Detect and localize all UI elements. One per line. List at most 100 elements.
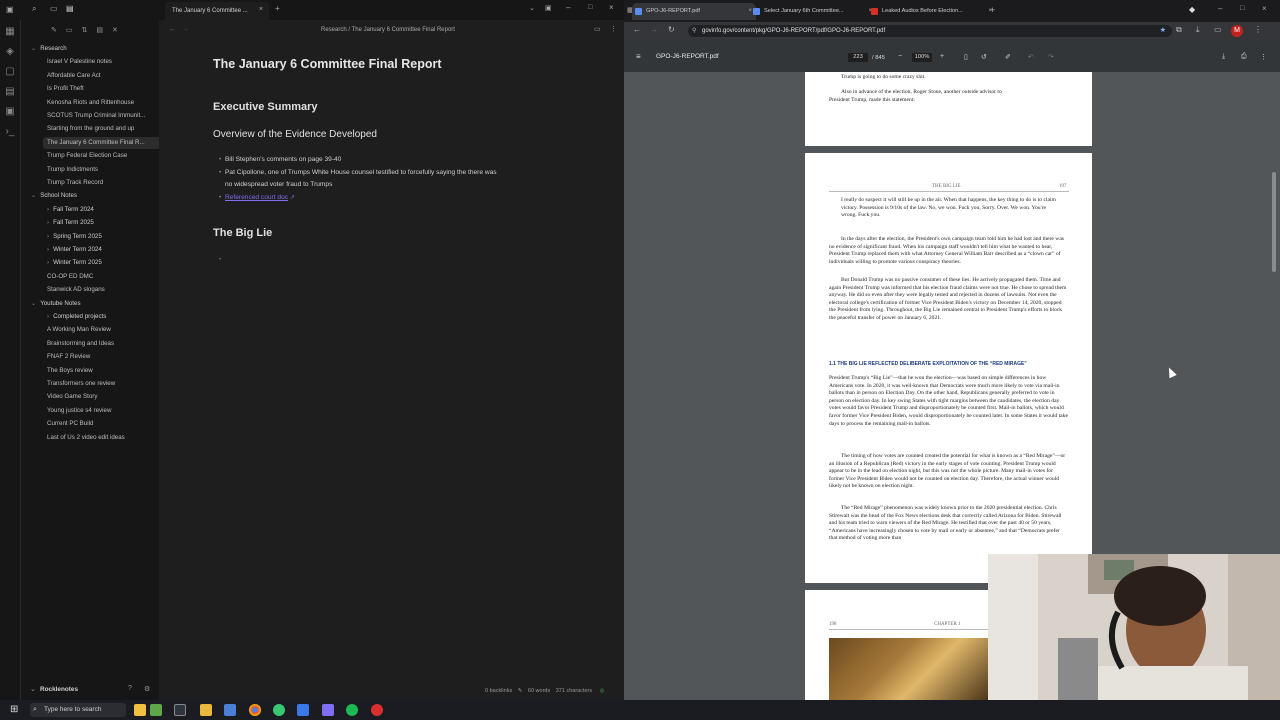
file-item[interactable]: Young justice s4 review (43, 405, 159, 417)
settings-app-icon[interactable] (224, 704, 236, 716)
zoom-in-icon[interactable]: + (940, 53, 944, 60)
zoom-out-icon[interactable]: − (898, 53, 902, 60)
terminal-icon[interactable]: ›_ (4, 126, 16, 138)
scrollbar[interactable] (1272, 172, 1276, 272)
window-close-icon[interactable]: × (609, 3, 614, 12)
close-icon[interactable]: × (259, 6, 263, 13)
maximize-icon[interactable]: □ (1240, 5, 1244, 12)
search-icon[interactable]: ⌕ (32, 4, 36, 14)
download-pdf-icon[interactable]: ⤓ (1222, 53, 1225, 61)
heading-big-lie[interactable]: The Big Lie (213, 227, 272, 239)
print-icon[interactable]: ⎙ (1241, 53, 1247, 61)
hamburger-icon[interactable]: ≡ (636, 52, 641, 61)
collapse-icon[interactable]: ▤ (96, 27, 112, 34)
menu-icon[interactable]: ⋮ (1254, 25, 1262, 34)
new-tab-icon[interactable]: + (275, 4, 280, 13)
folder-item[interactable]: ⌄ Research (27, 43, 159, 55)
red-app-icon[interactable] (371, 704, 383, 716)
file-item[interactable]: Transformers one review (43, 378, 159, 390)
referenced-doc-link[interactable]: Referenced court doc (225, 194, 288, 201)
folder-item[interactable]: › Fall Term 2024 (43, 204, 159, 216)
folder-item[interactable]: ⌄ School Notes (27, 190, 159, 202)
reading-view-icon[interactable]: ▭ (594, 25, 601, 33)
file-item[interactable]: A Working Man Review (43, 324, 159, 336)
vault-name[interactable]: Rocklenotes (40, 686, 78, 693)
blue-app-icon[interactable] (297, 704, 309, 716)
extensions-icon[interactable]: ⧉ (1176, 25, 1182, 35)
breadcrumb[interactable]: Research / The January 6 Committee Final… (321, 27, 455, 33)
file-item[interactable]: Starting from the ground and up (43, 123, 159, 135)
file-item[interactable]: The January 6 Committee Final R... (43, 136, 159, 149)
file-item[interactable]: Trump Track Record (43, 177, 159, 189)
sync-status-icon[interactable]: ◎ (600, 688, 605, 694)
star-icon[interactable]: ★ (1160, 25, 1166, 37)
fit-page-icon[interactable]: ▯ (964, 53, 968, 61)
folder-item[interactable]: ⌄ Youtube Notes (27, 298, 159, 310)
settings-icon[interactable]: ⚙ (144, 685, 150, 693)
file-item[interactable]: FNAF 2 Review (43, 351, 159, 363)
file-item[interactable]: Affordable Care Act (43, 70, 159, 82)
heading-executive-summary[interactable]: Executive Summary (213, 101, 318, 113)
back-arrow-icon[interactable]: ← (633, 25, 641, 34)
file-item[interactable]: Is Profit Theft (43, 83, 159, 95)
site-info-icon[interactable]: ⚲ (692, 25, 696, 37)
green-app-icon[interactable] (273, 704, 285, 716)
download-icon[interactable]: ⤓ (1196, 25, 1200, 35)
widgets-icon[interactable] (134, 704, 146, 716)
back-arrow-icon[interactable]: ← (169, 26, 176, 33)
close-all-icon[interactable]: ✕ (112, 27, 127, 34)
folder-item[interactable]: › Winter Term 2024 (43, 244, 159, 256)
heading-overview[interactable]: Overview of the Evidence Developed (213, 129, 377, 140)
leaf-app-icon[interactable] (150, 704, 162, 716)
new-tab-icon[interactable]: + (990, 5, 995, 15)
folder-item[interactable]: › Winter Term 2025 (43, 257, 159, 269)
avatar[interactable]: M (1231, 25, 1243, 37)
reload-icon[interactable]: ↻ (668, 25, 675, 34)
calendar-icon[interactable]: ▤ (4, 86, 16, 98)
sidebar-toggle-icon[interactable]: ▣ (6, 5, 14, 14)
minimize-icon[interactable]: – (566, 3, 570, 12)
file-item[interactable]: Kenosha Riots and Rittenhouse (43, 97, 159, 109)
chevron-down-icon[interactable]: ⌄ (529, 4, 535, 12)
file-item[interactable]: SCOTUS Trump Criminal Immunit... (43, 110, 159, 122)
folder-item[interactable]: › Fall Term 2025 (43, 217, 159, 229)
tab-pdf[interactable]: GPO-J6-REPORT.pdf × (632, 3, 756, 20)
redo-icon[interactable]: ↷ (1048, 53, 1054, 61)
template-icon[interactable]: ▣ (4, 106, 16, 118)
file-item[interactable]: Current PC Build (43, 418, 159, 430)
bookmark-icon[interactable]: ▭ (50, 4, 58, 13)
zoom-input[interactable]: 100% (912, 53, 932, 62)
file-item[interactable]: Video Game Story (43, 391, 159, 403)
note-tab[interactable]: The January 6 Committee ... × (165, 2, 269, 20)
more-options-icon[interactable]: ⋮ (610, 25, 617, 33)
list-item[interactable]: • Referenced court doc ↗ (219, 192, 295, 204)
layout-icon[interactable]: ▣ (545, 4, 552, 12)
maximize-icon[interactable]: □ (588, 4, 592, 11)
obsidian-icon[interactable] (322, 704, 334, 716)
page-number-input[interactable]: 223 (848, 53, 868, 62)
graph-icon[interactable]: ◈ (4, 46, 16, 58)
file-item[interactable]: Israel V Palestine notes (43, 56, 159, 68)
file-explorer-icon[interactable] (200, 704, 212, 716)
list-item[interactable]: • Pat Cipollone, one of Trumps White Hous… (219, 167, 497, 179)
folder-item[interactable]: › Completed projects (43, 311, 159, 323)
file-item[interactable]: Last of Us 2 video edit ideas (43, 432, 159, 444)
file-item[interactable]: Stanwick AD slogans (43, 284, 159, 296)
tab-committee[interactable]: Select January 6th Committee... × (750, 3, 876, 20)
new-note-icon[interactable]: ✎ (51, 27, 66, 34)
taskbar-search[interactable]: ⌕ Type here to search (30, 703, 126, 717)
chrome-icon[interactable] (249, 704, 261, 716)
page-title[interactable]: The January 6 Committee Final Report (213, 57, 442, 71)
canvas-icon[interactable]: ▢ (4, 66, 16, 78)
backlinks-count[interactable]: 0 backlinks (485, 688, 512, 694)
window-close-icon[interactable]: × (1262, 4, 1267, 13)
url-input[interactable]: ⚲ govinfo.gov/content/pkg/GPO-J6-REPORT/… (688, 25, 1172, 37)
list-item-continuation[interactable]: no widespread voter fraud to Trumps (225, 179, 332, 191)
sort-icon[interactable]: ⇅ (82, 27, 97, 34)
tab-leaked-audios[interactable]: Leaked Audios Before Election... × (868, 3, 996, 20)
file-item[interactable]: Brainstorming and Ideas (43, 338, 159, 350)
spotify-icon[interactable] (346, 704, 358, 716)
file-item[interactable]: Trump Federal Election Case (43, 150, 159, 162)
file-item[interactable]: Trump Indictments (43, 164, 159, 176)
folder-icon[interactable]: ▤ (66, 4, 74, 13)
